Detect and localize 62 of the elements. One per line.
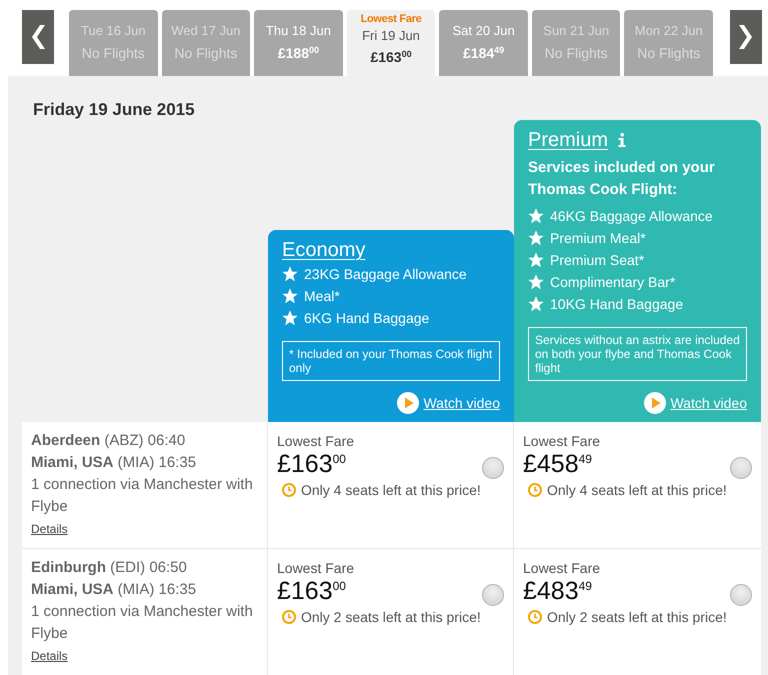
details-link[interactable]: Details	[31, 649, 68, 663]
star-icon	[528, 274, 544, 290]
fare-price: £163$^{00}$	[277, 452, 347, 476]
date-tab[interactable]: Sat 20 Jun £184$^{49}$	[439, 10, 528, 76]
fare-class-title-link[interactable]: Premium	[528, 127, 608, 153]
connection-text: 1 connection via Manchester with Flybe	[31, 602, 254, 644]
fare-class-title-link[interactable]: Economy	[282, 237, 366, 263]
chevron-right-icon	[739, 25, 753, 49]
star-icon	[528, 252, 544, 268]
fare-price: £483$^{49}$	[523, 579, 593, 603]
chevron-left-icon	[31, 25, 45, 49]
play-icon	[397, 392, 420, 414]
feature-text: 23KG Baggage Allowance	[304, 265, 467, 284]
seats-left-text: Only 4 seats left at this price!	[301, 481, 481, 500]
details-link[interactable]: Details	[31, 522, 68, 536]
fare-class-note: Services without an astrix are included on both your flybe and Thomas Cook flight	[528, 327, 747, 381]
fare-price: £163$^{00}$	[277, 579, 347, 603]
info-icon[interactable]	[618, 133, 626, 147]
fare-radio[interactable]	[482, 457, 504, 479]
star-icon	[528, 208, 544, 224]
star-icon	[528, 230, 544, 246]
play-icon	[644, 392, 666, 414]
date-tab[interactable]: Thu 18 Jun £188$^{00}$	[254, 10, 343, 76]
fare-price: £458$^{49}$	[523, 452, 593, 476]
feature-text: Complimentary Bar*	[550, 273, 676, 292]
fare-label: Lowest Fare	[277, 559, 356, 578]
departure-text: Aberdeen (ABZ) 06:40	[31, 431, 186, 451]
feature-text: 46KG Baggage Allowance	[550, 207, 713, 226]
next-dates-button[interactable]	[730, 10, 762, 64]
date-heading: Friday 19 June 2015	[33, 99, 196, 120]
fare-class-subtitle: Services included on your Thomas Cook Flight:	[528, 158, 716, 200]
star-icon	[282, 310, 298, 326]
clock-icon	[282, 610, 296, 624]
fare-label: Lowest Fare	[277, 432, 356, 451]
watch-video-link[interactable]: Watch video	[397, 392, 500, 414]
feature-text: Premium Seat*	[550, 251, 644, 270]
arrival-text: Miami, USA (MIA) 16:35	[31, 453, 198, 473]
fare-class-note: * Included on your Thomas Cook flight only	[282, 341, 500, 381]
connection-text: 1 connection via Manchester with Flybe	[31, 475, 254, 517]
date-tab[interactable]: Lowest Fare Fri 19 Jun £163$^{00}$	[346, 10, 436, 76]
fare-label: Lowest Fare	[523, 432, 602, 451]
fare-radio[interactable]	[730, 584, 752, 606]
watch-video-link[interactable]: Watch video	[644, 392, 747, 414]
seats-left-text: Only 4 seats left at this price!	[547, 481, 727, 500]
seats-left-text: Only 2 seats left at this price!	[547, 608, 727, 627]
feature-text: 6KG Hand Baggage	[304, 309, 430, 328]
fare-radio[interactable]	[730, 457, 752, 479]
arrival-text: Miami, USA (MIA) 16:35	[31, 580, 198, 600]
fare-label: Lowest Fare	[523, 559, 602, 578]
star-icon	[282, 288, 298, 304]
feature-text: 10KG Hand Baggage	[550, 295, 684, 314]
departure-text: Edinburgh (EDI) 06:50	[31, 558, 188, 578]
fare-radio[interactable]	[482, 584, 504, 606]
clock-icon	[282, 483, 296, 497]
feature-text: Meal*	[304, 287, 340, 306]
star-icon	[528, 296, 544, 312]
previous-dates-button[interactable]	[22, 10, 54, 64]
seats-left-text: Only 2 seats left at this price!	[301, 608, 481, 627]
clock-icon	[528, 483, 542, 497]
clock-icon	[528, 610, 542, 624]
star-icon	[282, 266, 298, 282]
feature-text: Premium Meal*	[550, 229, 646, 248]
